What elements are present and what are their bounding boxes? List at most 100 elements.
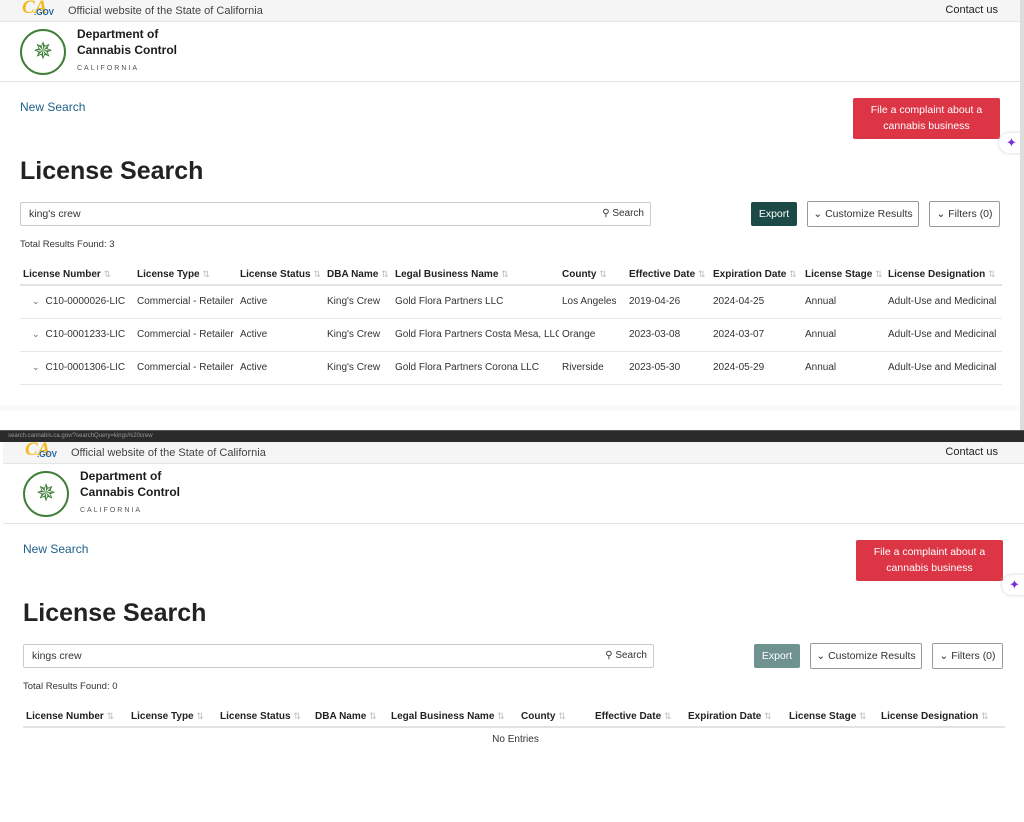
browser-toolbar: search.cannabis.ca.gov/?searchQuery=king… — [0, 430, 1024, 442]
sort-icon[interactable]: ⇅ — [875, 269, 883, 279]
column-header[interactable]: License Designation ⇅ — [878, 707, 1005, 728]
column-header[interactable]: County ⇅ — [559, 265, 626, 286]
sort-icon[interactable]: ⇅ — [764, 711, 772, 721]
sort-icon[interactable]: ⇅ — [988, 269, 996, 279]
table-cell: 2019-04-26 — [626, 285, 710, 319]
sparkle-icon[interactable]: ✦ — [1002, 575, 1024, 595]
sort-icon[interactable]: ⇅ — [381, 269, 389, 279]
column-header[interactable]: License Designation ⇅ — [885, 265, 1002, 286]
chevron-down-icon: ⌄ — [939, 650, 949, 662]
page-title: License Search — [20, 157, 204, 185]
column-header[interactable]: License Type ⇅ — [134, 265, 237, 286]
table-row[interactable]: ⌄ C10-0000026-LIC Commercial - Retailer Act… — [20, 285, 1002, 319]
contact-link[interactable]: Contact us — [945, 446, 998, 458]
table-cell: ⌄ C10-0001306-LIC — [20, 351, 134, 385]
results-table: License Number ⇅ License Type ⇅ License St… — [23, 707, 1005, 751]
column-header[interactable]: License Status ⇅ — [217, 707, 312, 728]
search-input[interactable]: king's crew ⚲ Search — [20, 202, 651, 226]
dept-name[interactable]: Department of Cannabis Control CALIFORNIA — [77, 26, 177, 77]
table-cell: ⌄ C10-0000026-LIC — [20, 285, 134, 319]
chevron-down-icon: ⌄ — [816, 650, 826, 662]
filters-button[interactable]: ⌄ Filters (0) — [932, 643, 1003, 669]
export-button[interactable]: Export — [751, 202, 797, 226]
table-cell: Active — [237, 318, 324, 352]
screenshot-results: CA .GOV Official website of the State of … — [0, 0, 1024, 430]
chevron-down-icon[interactable]: ⌄ — [32, 362, 40, 372]
column-header[interactable]: Effective Date ⇅ — [626, 265, 710, 286]
export-button[interactable]: Export — [754, 644, 800, 668]
chevron-down-icon: ⌄ — [936, 208, 946, 220]
complaint-button[interactable]: File a complaint about a cannabis busine… — [856, 540, 1003, 581]
table-cell: King's Crew — [324, 285, 392, 319]
chevron-down-icon[interactable]: ⌄ — [32, 296, 40, 306]
search-icon: ⚲ — [602, 208, 610, 219]
table-cell: Commercial - Retailer — [134, 351, 237, 385]
sort-icon[interactable]: ⇅ — [789, 269, 797, 279]
results-table: License Number ⇅ License Type ⇅ License St… — [20, 265, 1002, 385]
filters-button[interactable]: ⌄ Filters (0) — [929, 201, 1000, 227]
column-header[interactable]: License Status ⇅ — [237, 265, 324, 286]
dept-name[interactable]: Department of Cannabis Control CALIFORNIA — [80, 468, 180, 519]
column-header[interactable]: DBA Name ⇅ — [324, 265, 392, 286]
cannabis-leaf-icon[interactable]: ✵ — [23, 470, 69, 517]
sort-icon[interactable]: ⇅ — [196, 711, 204, 721]
search-input[interactable]: kings crew ⚲ Search — [23, 644, 654, 668]
sort-icon[interactable]: ⇅ — [497, 711, 505, 721]
site-header: ✵ Department of Cannabis Control CALIFORNI… — [3, 464, 1024, 524]
sort-icon[interactable]: ⇅ — [859, 711, 867, 721]
column-header[interactable]: License Stage ⇅ — [802, 265, 885, 286]
table-cell: 2023-05-30 — [626, 351, 710, 385]
new-search-link[interactable]: New Search — [23, 542, 88, 556]
sort-icon[interactable]: ⇅ — [664, 711, 672, 721]
ca-gov-logo[interactable]: CA .GOV — [22, 0, 62, 21]
sort-icon[interactable]: ⇅ — [981, 711, 989, 721]
search-button[interactable]: ⚲ Search — [602, 203, 644, 225]
complaint-button[interactable]: File a complaint about a cannabis busine… — [853, 98, 1000, 139]
state-bar: CA .GOV Official website of the State of … — [3, 439, 1024, 464]
column-header[interactable]: DBA Name ⇅ — [312, 707, 388, 728]
screenshot-no-results: CA .GOV Official website of the State of … — [3, 439, 1024, 822]
ca-gov-logo[interactable]: CA .GOV — [25, 439, 65, 463]
total-results: Total Results Found: 0 — [23, 681, 118, 692]
column-header[interactable]: Expiration Date ⇅ — [685, 707, 786, 728]
column-header[interactable]: License Number ⇅ — [20, 265, 134, 286]
sort-icon[interactable]: ⇅ — [558, 711, 566, 721]
scrollbar[interactable] — [1020, 0, 1024, 430]
state-bar: CA .GOV Official website of the State of … — [0, 0, 1024, 22]
page-title: License Search — [23, 599, 207, 627]
table-cell: Commercial - Retailer — [134, 318, 237, 352]
contact-link[interactable]: Contact us — [945, 4, 998, 16]
sort-icon[interactable]: ⇅ — [104, 269, 112, 279]
sort-icon[interactable]: ⇅ — [369, 711, 377, 721]
sort-icon[interactable]: ⇅ — [293, 711, 301, 721]
partial-state-bar — [0, 405, 1020, 411]
column-header[interactable]: Legal Business Name ⇅ — [392, 265, 559, 286]
chevron-down-icon[interactable]: ⌄ — [32, 329, 40, 339]
column-header[interactable]: License Stage ⇅ — [786, 707, 878, 728]
sort-icon[interactable]: ⇅ — [501, 269, 509, 279]
customize-results-button[interactable]: ⌄ Customize Results — [810, 643, 922, 669]
table-row[interactable]: ⌄ C10-0001306-LIC Commercial - Retailer Act… — [20, 351, 1002, 385]
sort-icon[interactable]: ⇅ — [107, 711, 115, 721]
column-header[interactable]: License Type ⇅ — [128, 707, 217, 728]
table-cell: King's Crew — [324, 318, 392, 352]
column-header[interactable]: Expiration Date ⇅ — [710, 265, 802, 286]
cannabis-leaf-icon[interactable]: ✵ — [20, 28, 66, 75]
table-cell: Commercial - Retailer — [134, 285, 237, 319]
sort-icon[interactable]: ⇅ — [202, 269, 210, 279]
search-button[interactable]: ⚲ Search — [605, 645, 647, 667]
sort-icon[interactable]: ⇅ — [698, 269, 706, 279]
table-cell: Annual — [802, 318, 885, 352]
table-cell: 2024-03-07 — [710, 318, 802, 352]
table-row[interactable]: ⌄ C10-0001233-LIC Commercial - Retailer Act… — [20, 318, 1002, 352]
column-header[interactable]: Effective Date ⇅ — [592, 707, 685, 728]
column-header[interactable]: Legal Business Name ⇅ — [388, 707, 518, 728]
column-header[interactable]: License Number ⇅ — [23, 707, 128, 728]
customize-results-button[interactable]: ⌄ Customize Results — [807, 201, 919, 227]
new-search-link[interactable]: New Search — [20, 100, 85, 114]
column-header[interactable]: County ⇅ — [518, 707, 592, 728]
table-cell: 2024-05-29 — [710, 351, 802, 385]
sort-icon[interactable]: ⇅ — [313, 269, 321, 279]
sort-icon[interactable]: ⇅ — [599, 269, 607, 279]
table-cell: Los Angeles — [559, 285, 626, 319]
